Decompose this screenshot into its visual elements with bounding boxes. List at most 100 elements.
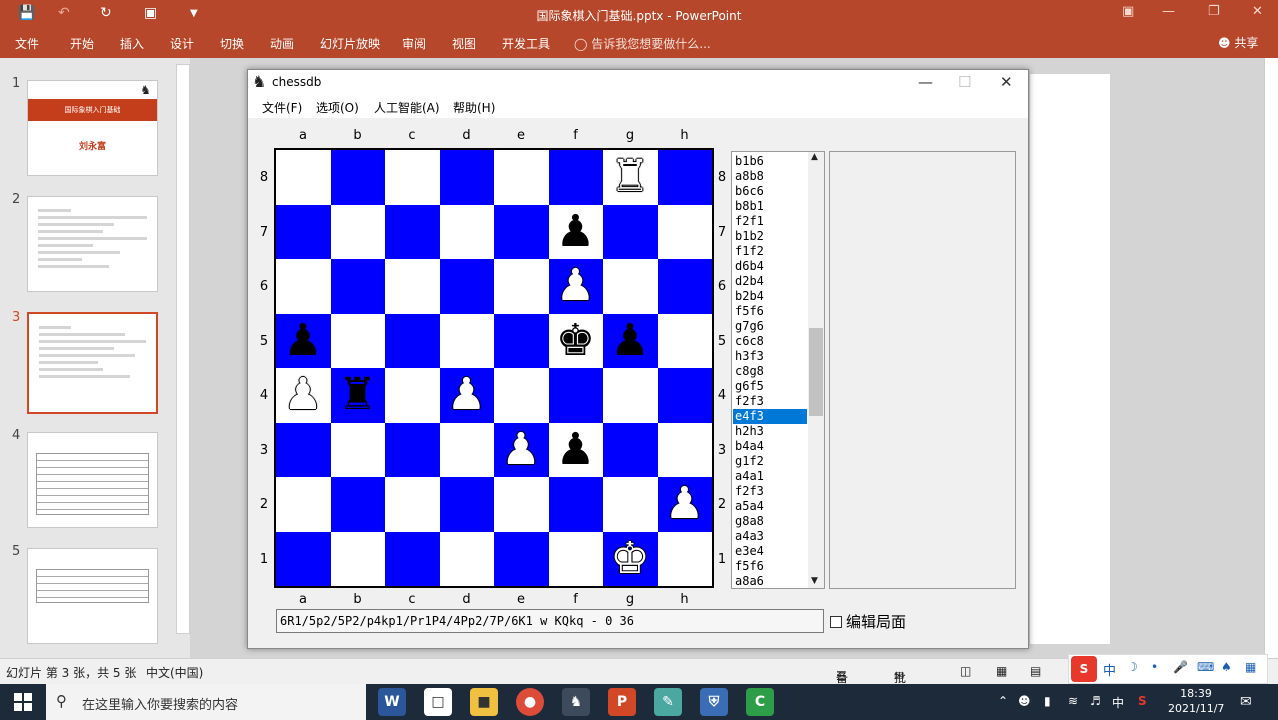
move-item[interactable]: a8a6 <box>733 574 807 588</box>
moon-icon[interactable]: ☽ <box>1127 660 1138 674</box>
move-item[interactable]: b6c6 <box>733 184 807 199</box>
ribbon-display-icon[interactable]: ▣ <box>1122 4 1134 19</box>
tab-design[interactable]: 设计 <box>170 35 194 52</box>
square-c4[interactable] <box>385 368 440 423</box>
edit-area-scrollbar[interactable] <box>1264 58 1278 658</box>
menu-help[interactable]: 帮助(H) <box>453 99 495 116</box>
black-piece-f5[interactable]: ♚ <box>549 314 603 368</box>
square-f1[interactable] <box>549 532 604 587</box>
tab-view[interactable]: 视图 <box>452 35 476 52</box>
start-button[interactable] <box>14 693 32 711</box>
normal-view-icon[interactable]: ◫ <box>960 664 971 678</box>
square-h4[interactable] <box>657 368 712 423</box>
move-item[interactable]: a4a1 <box>733 469 807 484</box>
language-indicator[interactable]: 中文(中国) <box>146 664 203 681</box>
square-d2[interactable] <box>439 477 494 532</box>
square-f4[interactable] <box>548 368 603 423</box>
clock[interactable]: 18:39 2021/11/7 <box>1168 686 1224 716</box>
square-h6[interactable] <box>657 259 712 314</box>
move-item[interactable]: a4a3 <box>733 529 807 544</box>
thumbnails-scrollbar[interactable] <box>176 64 190 634</box>
square-d6[interactable] <box>439 259 494 314</box>
square-f8[interactable] <box>548 150 603 205</box>
square-c6[interactable] <box>385 259 440 314</box>
black-piece-b4[interactable]: ♜ <box>331 368 385 422</box>
move-item[interactable]: b1b2 <box>733 229 807 244</box>
square-f2[interactable] <box>548 477 603 532</box>
square-c3[interactable] <box>385 422 440 477</box>
square-e6[interactable] <box>494 259 549 314</box>
move-list[interactable]: ▲ ▼ b1b6 a8b8 b6c6 b8b1 f2f1 b1b2 f1f2 d6b4 d2b4… <box>731 151 825 589</box>
slide-thumbnail-1[interactable]: 国际象棋入门基础 ♞ 刘永富 <box>27 80 158 176</box>
restore-icon[interactable]: ❐ <box>1208 4 1220 19</box>
square-b2[interactable] <box>330 477 385 532</box>
tab-slideshow[interactable]: 幻灯片放映 <box>320 35 380 52</box>
white-piece-e3[interactable]: ♟ <box>494 423 548 477</box>
tray-expand-icon[interactable]: ⌃ <box>998 694 1008 708</box>
square-d1[interactable] <box>440 532 495 587</box>
square-c1[interactable] <box>385 531 440 586</box>
ime-mode[interactable]: 中 <box>1103 660 1116 679</box>
volume-icon[interactable]: ♬ <box>1090 694 1101 708</box>
move-item[interactable]: f5f6 <box>733 559 807 574</box>
move-item[interactable]: a8b8 <box>733 169 807 184</box>
slide-thumbnail-3[interactable] <box>27 312 158 414</box>
square-h7[interactable] <box>658 205 713 260</box>
menu-ai[interactable]: 人工智能(A) <box>374 99 440 116</box>
move-item[interactable]: f2f3 <box>733 484 807 499</box>
menu-options[interactable]: 选项(O) <box>316 99 359 116</box>
tab-home[interactable]: 开始 <box>70 35 94 52</box>
sorter-view-icon[interactable]: ▦ <box>996 664 1007 678</box>
move-list-scrollbar[interactable]: ▲ ▼ <box>808 152 824 588</box>
square-d5[interactable] <box>440 314 495 369</box>
white-piece-g1[interactable]: ♚ <box>603 532 657 586</box>
punctuation-icon[interactable]: • <box>1151 660 1158 674</box>
black-piece-f7[interactable]: ♟ <box>549 205 603 259</box>
taskbar-search[interactable]: ⚲ 在这里输入你要搜索的内容 <box>46 684 366 720</box>
square-e5[interactable] <box>494 313 549 368</box>
toolbox-icon[interactable]: ▦ <box>1245 660 1256 674</box>
close-icon[interactable]: ✕ <box>1000 73 1013 91</box>
square-e1[interactable] <box>494 531 549 586</box>
square-c5[interactable] <box>385 313 440 368</box>
tab-transitions[interactable]: 切换 <box>220 35 244 52</box>
keyboard-icon[interactable]: ⌨ <box>1197 660 1214 674</box>
document-app-icon[interactable]: □ <box>424 688 452 716</box>
square-a1[interactable] <box>276 531 331 586</box>
tab-developer[interactable]: 开发工具 <box>502 35 550 52</box>
square-b5[interactable] <box>331 314 386 369</box>
square-b6[interactable] <box>330 259 385 314</box>
black-piece-f3[interactable]: ♟ <box>549 423 603 477</box>
move-item[interactable]: g8a8 <box>733 514 807 529</box>
move-item[interactable]: b1b6 <box>733 154 807 169</box>
notification-icon[interactable]: ✉ <box>1240 694 1252 710</box>
move-item[interactable]: c8g8 <box>733 364 807 379</box>
square-e7[interactable] <box>494 204 549 259</box>
square-b7[interactable] <box>331 205 386 260</box>
move-item[interactable]: e3e4 <box>733 544 807 559</box>
ime-indicator[interactable]: 中 <box>1112 694 1124 711</box>
white-piece-g8[interactable]: ♜ <box>603 150 657 204</box>
square-a8[interactable] <box>276 150 331 205</box>
square-h1[interactable] <box>658 532 713 587</box>
move-item[interactable]: h3f3 <box>733 349 807 364</box>
minimize-icon[interactable]: — <box>1162 4 1175 19</box>
square-g4[interactable] <box>603 368 658 423</box>
move-item[interactable]: g7g6 <box>733 319 807 334</box>
square-g2[interactable] <box>603 477 658 532</box>
fen-input[interactable]: 6R1/5p2/5P2/p4kp1/Pr1P4/4Pp2/7P/6K1 w KQ… <box>276 609 824 633</box>
close-icon[interactable]: ✕ <box>1252 4 1263 19</box>
move-item[interactable]: b2b4 <box>733 289 807 304</box>
move-item[interactable]: d6b4 <box>733 259 807 274</box>
slide-thumbnail-4[interactable] <box>27 432 158 528</box>
white-piece-f6[interactable]: ♟ <box>549 259 603 313</box>
white-piece-h2[interactable]: ♟ <box>658 477 712 531</box>
slide-thumbnail-5[interactable] <box>27 548 158 644</box>
green-app-icon[interactable]: C <box>746 688 774 716</box>
square-g6[interactable] <box>603 259 658 314</box>
sogou-tray-icon[interactable]: S <box>1138 694 1147 708</box>
tell-me-search[interactable]: ◯ 告诉我您想要做什么... <box>574 35 711 52</box>
powerpoint-app-icon[interactable]: P <box>608 688 636 716</box>
tab-file[interactable]: 文件 <box>15 35 39 52</box>
edit-position-checkbox[interactable] <box>830 616 842 628</box>
